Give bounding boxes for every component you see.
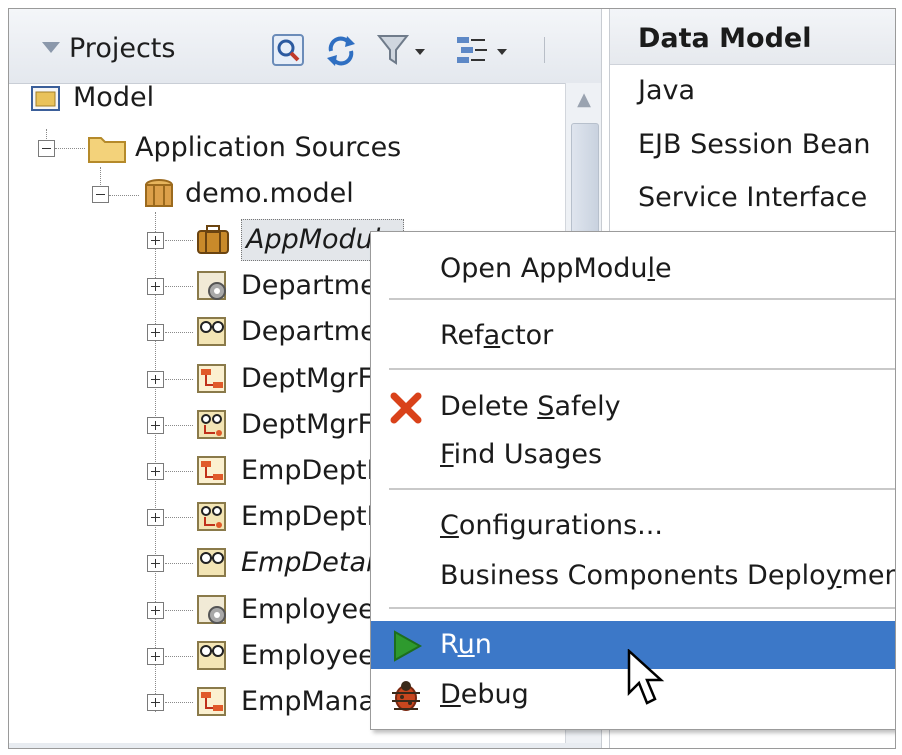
- app-module-icon: [197, 225, 229, 254]
- delete-icon: [390, 392, 422, 424]
- project-icon: [31, 86, 60, 111]
- tree-guide: [165, 471, 193, 472]
- tree-node-label: DeptMgrF: [241, 362, 374, 394]
- tree-node-package[interactable]: demo.model: [9, 171, 559, 217]
- menu-item-refactor[interactable]: Refactor: [371, 312, 895, 360]
- ide-window: Projects Model Application Sources demo.…: [8, 8, 896, 749]
- sync-icon[interactable]: [323, 33, 359, 67]
- tree-guide: [165, 240, 193, 241]
- data-model-row-java[interactable]: Java: [638, 75, 695, 106]
- mouse-cursor-icon: [627, 649, 665, 705]
- projects-header: Projects: [9, 9, 601, 84]
- entity-object-icon: [197, 594, 226, 624]
- tree-node-label: Model: [73, 82, 155, 113]
- menu-item-label: Refactor: [440, 320, 554, 351]
- tree-node-application-sources[interactable]: Application Sources: [9, 125, 559, 171]
- debug-icon: [392, 681, 420, 711]
- data-model-row-service-interface[interactable]: Service Interface: [638, 182, 867, 213]
- expand-icon[interactable]: [147, 509, 164, 527]
- collapse-icon[interactable]: [92, 186, 109, 203]
- menu-item-find-usages[interactable]: Find Usages: [371, 431, 895, 479]
- expand-icon[interactable]: [147, 232, 164, 249]
- association-icon: [197, 687, 226, 716]
- tree-node-model[interactable]: Model: [9, 75, 559, 121]
- tree-guide: [165, 378, 193, 380]
- view-object-icon: [197, 640, 226, 670]
- tree-guide: [165, 655, 193, 657]
- menu-item-open-appmodule[interactable]: Open AppModule: [371, 245, 895, 293]
- tree-node-label: DeptMgrF: [241, 408, 374, 440]
- menu-separator: [389, 368, 895, 370]
- expand-icon[interactable]: [147, 463, 164, 480]
- tree-guide: [165, 563, 193, 565]
- search-icon[interactable]: [271, 33, 305, 67]
- association-icon: [197, 456, 226, 485]
- tree-node-label: Departme: [241, 270, 377, 302]
- menu-item-label: Open AppModule: [440, 253, 672, 284]
- package-icon: [145, 179, 173, 207]
- view-options-icon[interactable]: [455, 33, 515, 67]
- expand-icon[interactable]: [147, 324, 164, 342]
- menu-separator: [389, 607, 895, 609]
- tree-guide: [165, 609, 193, 611]
- view-link-icon: [197, 409, 226, 439]
- menu-item-business-components-deployment[interactable]: Business Components Deployment: [371, 552, 895, 600]
- view-object-icon: [197, 548, 226, 578]
- expand-icon[interactable]: [147, 647, 164, 665]
- tree-node-label: EmpDeptF: [241, 455, 383, 486]
- menu-separator: [389, 298, 895, 300]
- expand-icon[interactable]: [147, 278, 164, 296]
- run-icon: [394, 630, 423, 662]
- tree-node-label: EmpDetai: [241, 547, 374, 579]
- menu-item-delete-safely[interactable]: Delete Safely: [371, 383, 895, 431]
- menu-separator: [389, 488, 895, 490]
- expand-icon[interactable]: [147, 555, 164, 573]
- toolbar-divider: [544, 37, 545, 63]
- menu-item-label: Run: [440, 629, 492, 660]
- projects-title: Projects: [69, 33, 176, 64]
- menu-item-label: Configurations...: [440, 510, 663, 541]
- tree-guide: [165, 286, 193, 288]
- tree-node-label: EmpDeptF: [241, 501, 383, 533]
- menu-item-configurations[interactable]: Configurations...: [371, 502, 895, 550]
- association-icon: [197, 363, 226, 393]
- data-model-header: Data Model: [610, 9, 895, 65]
- tree-node-label: Application Sources: [135, 132, 402, 163]
- folder-icon: [88, 137, 126, 163]
- menu-item-label: Business Components Deployment: [440, 560, 895, 591]
- expand-icon[interactable]: [147, 694, 164, 711]
- tree-guide: [165, 702, 193, 703]
- horizontal-scrollbar[interactable]: [9, 743, 601, 748]
- menu-item-label: Debug: [440, 679, 529, 710]
- view-link-icon: [197, 502, 226, 532]
- menu-item-label: Delete Safely: [440, 391, 621, 422]
- expand-icon[interactable]: [147, 416, 164, 434]
- tree-node-label: demo.model: [185, 178, 354, 209]
- collapse-panel-icon[interactable]: [42, 42, 60, 53]
- tree-node-label: Employee: [241, 593, 375, 625]
- entity-object-icon: [197, 271, 226, 301]
- data-model-title: Data Model: [638, 23, 812, 54]
- tree-node-label: EmpMana: [241, 686, 375, 717]
- expand-icon[interactable]: [147, 601, 164, 619]
- tree-guide: [165, 424, 193, 426]
- collapse-icon[interactable]: [38, 140, 55, 157]
- view-object-icon: [197, 317, 226, 347]
- tree-node-label: Employee: [241, 639, 375, 671]
- expand-icon[interactable]: [147, 370, 164, 388]
- tree-guide: [165, 332, 193, 334]
- menu-item-label: Find Usages: [440, 439, 603, 470]
- data-model-row-ejb[interactable]: EJB Session Bean: [638, 129, 871, 160]
- filter-icon[interactable]: [377, 33, 431, 67]
- tree-node-label: Departme: [241, 316, 377, 348]
- tree-guide: [165, 517, 193, 519]
- scroll-up-icon[interactable]: ▲: [566, 89, 601, 119]
